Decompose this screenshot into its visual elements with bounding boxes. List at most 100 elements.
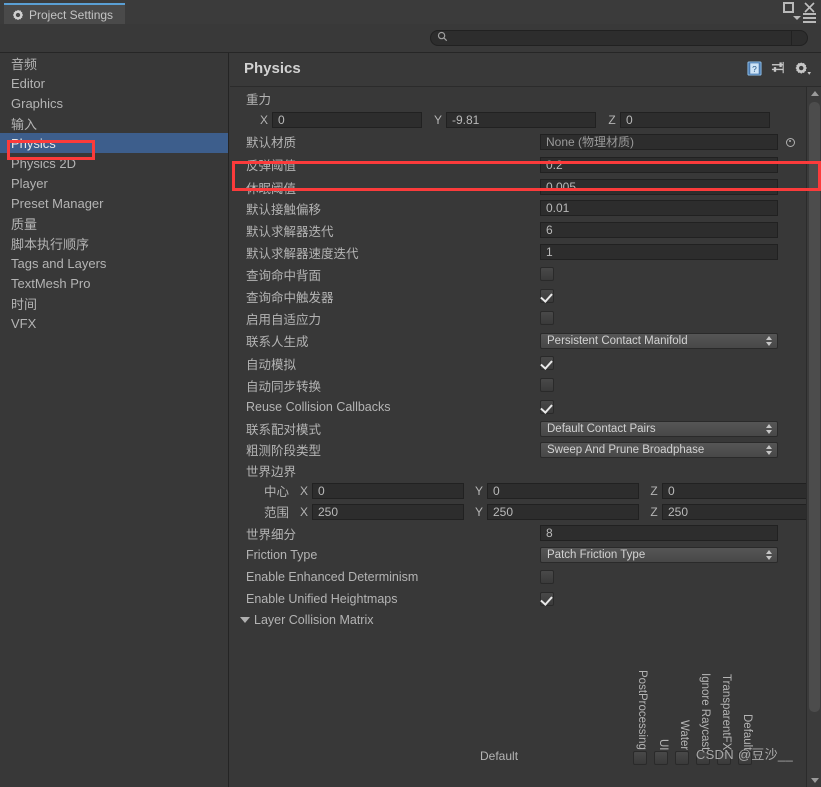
sidebar-item-label: 时间 — [11, 296, 38, 312]
world-bounds-center-x-input[interactable]: 0 — [312, 482, 464, 499]
sidebar-item-physics[interactable]: Physics — [0, 133, 228, 153]
gravity-x-axis-label: X — [259, 113, 268, 127]
preset-icon[interactable] — [771, 61, 786, 81]
row-contacts-generation: 联系人生成 Persistent Contact Manifold — [230, 329, 821, 352]
sidebar-item-audio[interactable]: 音频 — [0, 53, 228, 73]
contact-pairs-mode-dropdown[interactable]: Default Contact Pairs — [540, 420, 778, 437]
sidebar-item-textmesh-pro[interactable]: TextMesh Pro — [0, 273, 228, 293]
help-icon[interactable]: ? — [747, 61, 762, 81]
matrix-checkbox[interactable] — [675, 751, 689, 765]
layer-collision-matrix-label: Layer Collision Matrix — [254, 613, 374, 627]
vertical-scrollbar[interactable] — [806, 87, 821, 787]
gravity-x-input[interactable]: 0 — [272, 112, 422, 128]
search-clear-button[interactable] — [791, 31, 807, 45]
broadphase-type-value: Sweep And Prune Broadphase — [547, 443, 705, 456]
settings-gear-icon[interactable] — [795, 61, 811, 81]
sidebar-item-label: Physics — [11, 135, 56, 151]
foldout-layer-collision-matrix[interactable]: Layer Collision Matrix — [230, 610, 821, 630]
broadphase-type-dropdown[interactable]: Sweep And Prune Broadphase — [540, 441, 778, 458]
hamburger-icon — [803, 13, 816, 23]
gravity-z-input[interactable]: 0 — [620, 112, 770, 128]
window-menu-button[interactable] — [793, 13, 816, 23]
sleep-threshold-label: 休眠阈值 — [246, 181, 297, 196]
sidebar-item-label: 脚本执行顺序 — [11, 236, 90, 252]
row-world-bounds-extent: 范围 X 250 Y 250 Z 250 — [230, 501, 821, 522]
sleep-threshold-input[interactable]: 0.005 — [540, 179, 778, 195]
row-sleep-threshold: 休眠阈值 0.005 — [230, 177, 821, 197]
sidebar-item-graphics[interactable]: Graphics — [0, 93, 228, 113]
window-controls — [783, 2, 815, 13]
world-bounds-extent-x-input[interactable]: 250 — [312, 503, 464, 520]
chevron-updown-icon — [766, 423, 772, 434]
sidebar-item-preset-manager[interactable]: Preset Manager — [0, 193, 228, 213]
contact-pairs-mode-value: Default Contact Pairs — [547, 422, 656, 435]
enable-enhanced-determinism-checkbox[interactable] — [540, 570, 554, 584]
queries-hit-backfaces-checkbox[interactable] — [540, 267, 554, 281]
object-picker-icon[interactable] — [783, 135, 797, 149]
row-default-contact-offset: 默认接触偏移 0.01 — [230, 197, 821, 219]
sidebar-item-input[interactable]: 输入 — [0, 113, 228, 133]
default-material-object-field[interactable]: None (物理材质) — [540, 133, 778, 150]
row-queries-hit-backfaces: 查询命中背面 — [230, 263, 821, 285]
enable-unified-heightmaps-label: Enable Unified Heightmaps — [246, 592, 398, 606]
contacts-generation-dropdown[interactable]: Persistent Contact Manifold — [540, 332, 778, 349]
sidebar-item-script-execution-order[interactable]: 脚本执行顺序 — [0, 233, 228, 253]
svg-text:?: ? — [752, 64, 757, 74]
queries-hit-backfaces-label: 查询命中背面 — [246, 268, 322, 283]
center-z-axis-label: Z — [650, 483, 658, 498]
reuse-collision-callbacks-checkbox[interactable] — [540, 400, 554, 414]
world-bounds-extent-y-input[interactable]: 250 — [487, 503, 639, 520]
row-default-solver-iterations: 默认求解器迭代 6 — [230, 219, 821, 241]
default-contact-offset-input[interactable]: 0.01 — [540, 200, 778, 216]
matrix-checkbox[interactable] — [654, 751, 668, 765]
row-world-bounds-center: 中心 X 0 Y 0 Z 0 — [230, 480, 821, 501]
row-bounce-threshold: 反弹阈值 0.2 — [230, 152, 821, 177]
row-world-subdivisions: 世界细分 8 — [230, 522, 821, 544]
sidebar-item-physics-2d[interactable]: Physics 2D — [0, 153, 228, 173]
close-icon[interactable] — [804, 2, 815, 13]
matrix-col-water: Water — [678, 719, 690, 750]
enable-unified-heightmaps-checkbox[interactable] — [540, 592, 554, 606]
sidebar-item-quality[interactable]: 质量 — [0, 213, 228, 233]
extent-y-axis-label: Y — [474, 504, 483, 519]
world-subdivisions-input[interactable]: 8 — [540, 525, 778, 541]
world-bounds-extent-z-input[interactable]: 250 — [662, 503, 814, 520]
sidebar-item-player[interactable]: Player — [0, 173, 228, 193]
settings-sidebar: 音频 Editor Graphics 输入 Physics Physics 2D… — [0, 53, 229, 787]
matrix-col-transparentfx: TransparentFX — [720, 673, 732, 750]
search-input[interactable] — [448, 32, 791, 44]
tab-project-settings[interactable]: Project Settings — [4, 3, 126, 24]
gravity-z-axis-label: Z — [608, 113, 616, 127]
scroll-up-arrow-icon[interactable] — [807, 87, 821, 100]
auto-simulation-label: 自动模拟 — [246, 357, 297, 372]
sidebar-item-editor[interactable]: Editor — [0, 73, 228, 93]
row-default-material: 默认材质 None (物理材质) — [230, 131, 821, 152]
enable-adaptive-force-checkbox[interactable] — [540, 311, 554, 325]
world-bounds-center-y-input[interactable]: 0 — [487, 482, 639, 499]
panel-header: Physics ? — [230, 53, 821, 87]
scrollbar-thumb[interactable] — [809, 102, 820, 712]
default-solver-iterations-input[interactable]: 6 — [540, 222, 778, 238]
page-title: Physics — [244, 60, 301, 77]
queries-hit-triggers-checkbox[interactable] — [540, 289, 554, 303]
sidebar-item-label: TextMesh Pro — [11, 275, 91, 291]
maximize-icon[interactable] — [783, 2, 794, 13]
auto-sync-transforms-checkbox[interactable] — [540, 378, 554, 392]
matrix-checkbox[interactable] — [633, 751, 647, 765]
row-enable-unified-heightmaps: Enable Unified Heightmaps — [230, 588, 821, 610]
chevron-down-icon — [240, 617, 250, 623]
sidebar-item-vfx[interactable]: VFX — [0, 313, 228, 333]
search-field[interactable] — [430, 30, 808, 46]
world-bounds-center-z-input[interactable]: 0 — [662, 482, 814, 499]
gravity-y-input[interactable]: -9.81 — [446, 112, 596, 128]
sidebar-item-label: Editor — [11, 75, 45, 91]
world-bounds-center-label: 中心 — [264, 485, 290, 499]
matrix-col-ui: UI — [657, 738, 669, 751]
friction-type-dropdown[interactable]: Patch Friction Type — [540, 547, 778, 563]
sidebar-item-tags-and-layers[interactable]: Tags and Layers — [0, 253, 228, 273]
auto-simulation-checkbox[interactable] — [540, 356, 554, 370]
default-solver-velocity-iterations-input[interactable]: 1 — [540, 244, 778, 260]
sidebar-item-time[interactable]: 时间 — [0, 293, 228, 313]
bounce-threshold-input[interactable]: 0.2 — [540, 156, 778, 173]
scroll-down-arrow-icon[interactable] — [807, 774, 821, 787]
